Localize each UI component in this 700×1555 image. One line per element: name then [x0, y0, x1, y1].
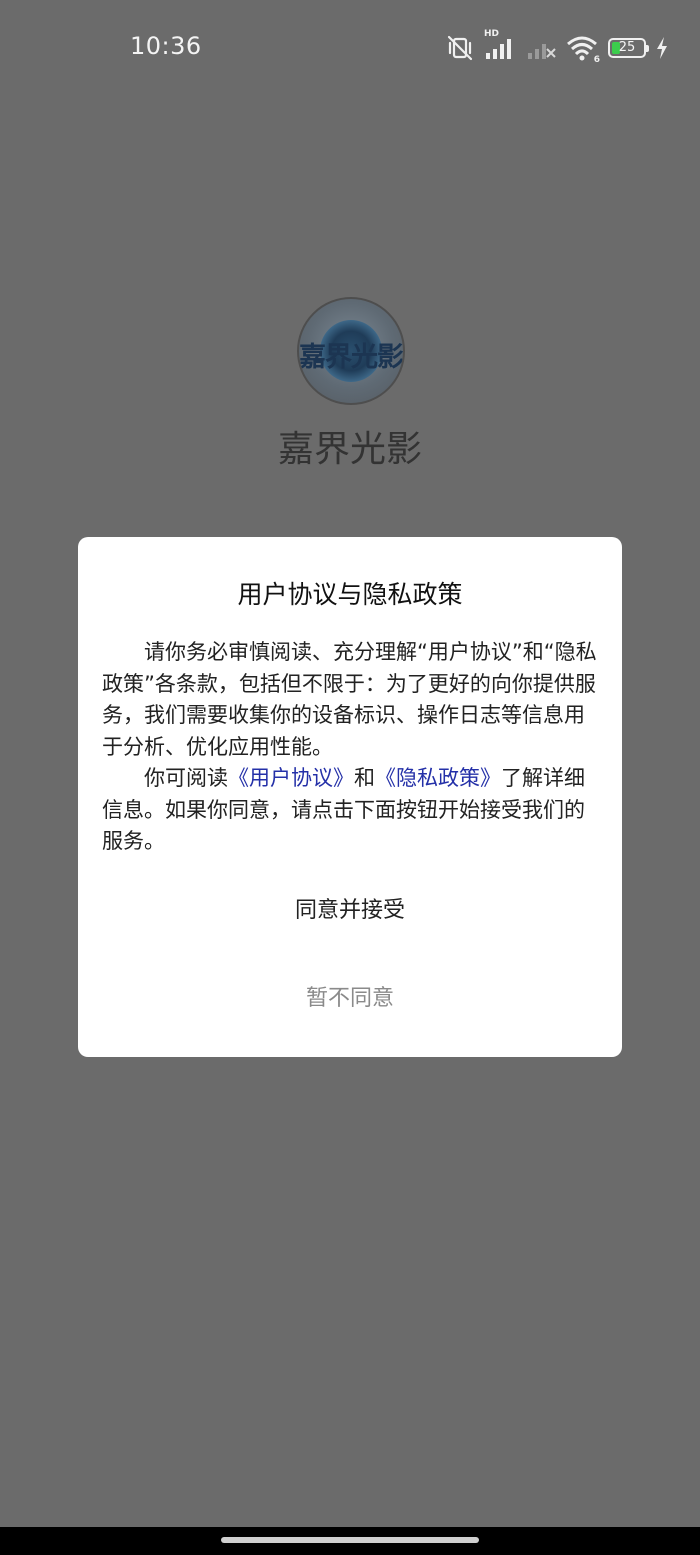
app-name: 嘉界光影	[277, 429, 422, 470]
signal-no-service-icon	[526, 35, 556, 61]
hd-signal-icon: HD	[484, 29, 516, 61]
battery-level: 25	[618, 40, 636, 55]
charging-icon	[656, 37, 668, 59]
dialog-title: 用户协议与隐私政策	[237, 580, 463, 609]
dialog-body: 请你务必审慎阅读、充分理解“用户协议”和“隐私政策”各条款，包括但不限于：为了更…	[102, 637, 598, 858]
privacy-dialog: 用户协议与隐私政策 请你务必审慎阅读、充分理解“用户协议”和“隐私政策”各条款，…	[78, 537, 622, 1057]
decline-button[interactable]: 暂不同意	[78, 969, 622, 1029]
privacy-policy-link[interactable]: 《隐私政策》	[375, 766, 501, 790]
home-indicator[interactable]	[221, 1537, 479, 1543]
battery-icon: 25	[608, 38, 649, 58]
user-agreement-link[interactable]: 《用户协议》	[228, 766, 354, 790]
status-bar: 10:36 HD 6 25	[0, 0, 700, 96]
paragraph-2-and: 和	[354, 766, 375, 790]
dialog-paragraph-1: 请你务必审慎阅读、充分理解“用户协议”和“隐私政策”各条款，包括但不限于：为了更…	[102, 640, 597, 759]
wifi-label: 6	[593, 55, 600, 65]
app-logo: 嘉界光影	[297, 297, 405, 405]
status-time: 10:36	[130, 32, 202, 60]
paragraph-2-prefix: 你可阅读	[144, 766, 228, 790]
navigation-bar	[0, 1527, 700, 1555]
logo-text: 嘉界光影	[299, 342, 403, 373]
agree-button[interactable]: 同意并接受	[78, 881, 622, 941]
wifi-icon: 6	[566, 35, 600, 65]
mute-vibrate-icon	[446, 35, 474, 61]
dialog-paragraph-2: 你可阅读《用户协议》和《隐私政策》了解详细信息。如果你同意，请点击下面按钮开始接…	[102, 763, 598, 858]
status-icons: HD 6 25	[446, 29, 668, 65]
